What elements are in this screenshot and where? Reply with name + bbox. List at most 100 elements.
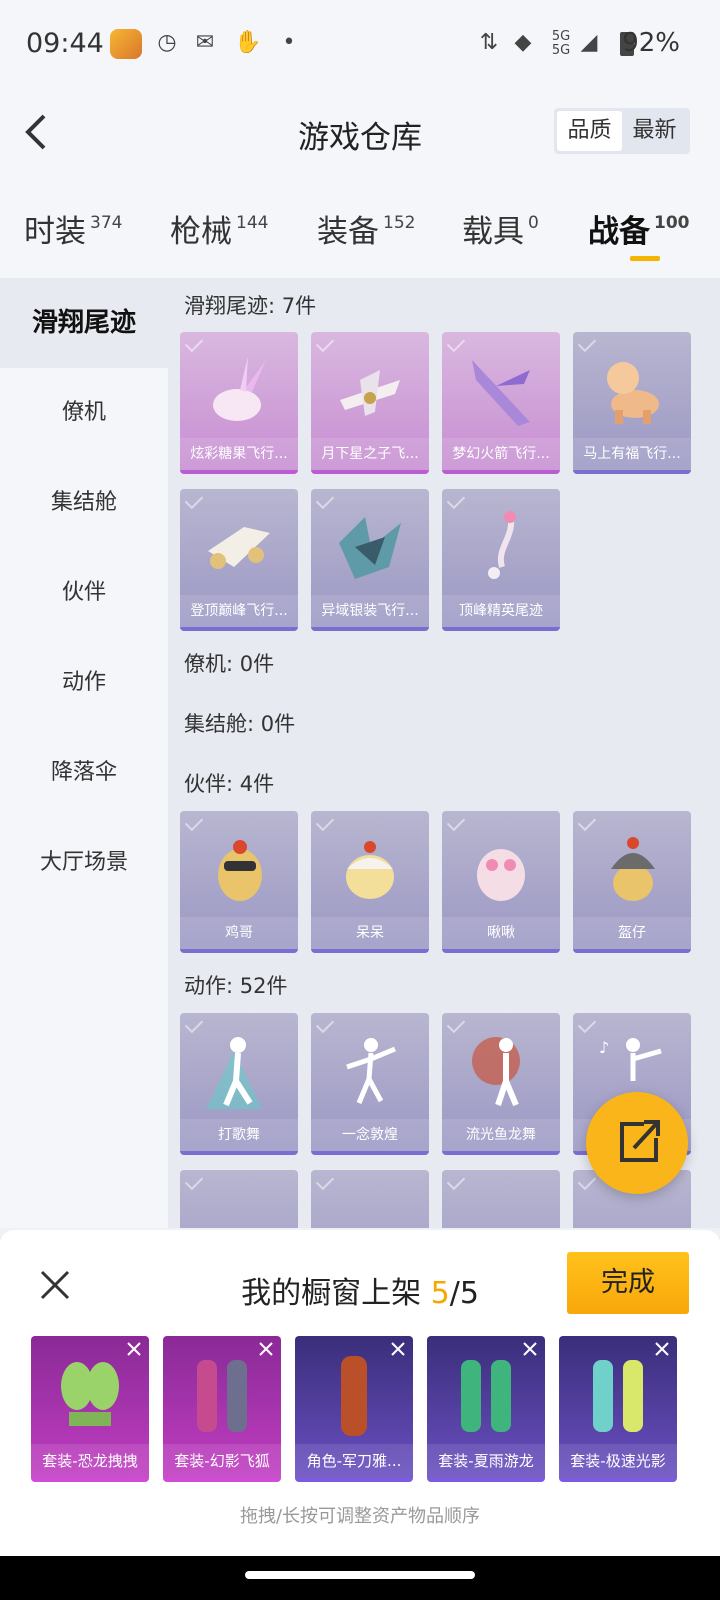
item-card[interactable]	[442, 1170, 560, 1228]
share-icon	[620, 1120, 660, 1162]
chick-buddy-icon	[346, 841, 394, 899]
helmet-buddy-icon	[611, 837, 655, 901]
sort-latest[interactable]: 最新	[622, 111, 687, 151]
home-handle[interactable]	[245, 1571, 475, 1579]
remove-icon[interactable]	[125, 1340, 143, 1358]
item-card[interactable]: 炫彩糖果飞行...	[180, 332, 298, 474]
bird-buddy-icon	[477, 849, 525, 901]
dino-outfit-icon	[61, 1362, 119, 1426]
check-icon	[446, 1171, 466, 1191]
tab-vehicles[interactable]: 载具 0	[462, 206, 539, 251]
exotic-glider-icon	[339, 517, 401, 579]
check-icon	[184, 1014, 204, 1034]
data-icon: ⇅	[479, 30, 499, 55]
dragon-outfit-icon	[461, 1360, 511, 1432]
item-card[interactable]: 盔仔	[573, 811, 691, 953]
elite-trail-icon	[488, 511, 516, 579]
check-icon	[184, 333, 204, 353]
pony-glider-icon	[607, 362, 659, 424]
fish-dragon-action-icon	[472, 1037, 520, 1107]
item-card[interactable]: 呆呆	[311, 811, 429, 953]
sidebar: 滑翔尾迹 僚机 集结舱 伙伴 动作 降落伞 大厅场景	[0, 278, 168, 1228]
dance-action-icon	[206, 1037, 262, 1109]
tab-fashion[interactable]: 时装 374	[24, 206, 122, 251]
network-icon: 5G 5G	[551, 29, 571, 58]
plane-glider-icon	[340, 370, 400, 416]
gesture-icon: ✋	[234, 30, 262, 55]
share-button[interactable]	[586, 1092, 688, 1194]
status-bar: 09:44 ◷ ✉ ✋ • ⇅ ◆ 5G 5G ◢ 92%	[0, 0, 720, 90]
section-title-wingman: 僚机: 0件	[184, 652, 275, 676]
tab-guns[interactable]: 枪械 144	[170, 206, 268, 251]
check-icon	[184, 490, 204, 510]
item-grid: 滑翔尾迹: 7件 炫彩糖果飞行... 月下星之子飞... 梦幻火箭飞行... 马…	[168, 278, 720, 1228]
sidebar-item-action[interactable]: 动作	[0, 638, 168, 728]
header: 游戏仓库 品质 最新	[0, 90, 720, 180]
check-icon	[315, 490, 335, 510]
chicken-buddy-icon	[218, 840, 262, 901]
check-icon	[446, 490, 466, 510]
item-card[interactable]: 顶峰精英尾迹	[442, 489, 560, 631]
showcase-item[interactable]: 套装-夏雨游龙	[427, 1336, 545, 1482]
tab-equipment[interactable]: 装备 152	[317, 206, 415, 251]
item-card[interactable]	[311, 1170, 429, 1228]
sidebar-item-glide-trail[interactable]: 滑翔尾迹	[0, 278, 168, 368]
sidebar-item-buddy[interactable]: 伙伴	[0, 548, 168, 638]
check-icon	[184, 1171, 204, 1191]
remove-icon[interactable]	[653, 1340, 671, 1358]
section-title-action: 动作: 52件	[184, 974, 288, 998]
item-card[interactable]: 马上有福飞行...	[573, 332, 691, 474]
section-title-buddy: 伙伴: 4件	[184, 772, 275, 796]
check-icon	[446, 812, 466, 832]
svg-text:♪: ♪	[599, 1038, 609, 1057]
showcase-item[interactable]: 套装-幻影飞狐	[163, 1336, 281, 1482]
item-card[interactable]: 月下星之子飞...	[311, 332, 429, 474]
showcase-panel: 我的橱窗上架 5/5 完成 套装-恐龙拽拽 套装-幻影飞狐 角色-军刀雅... …	[0, 1230, 720, 1556]
check-icon	[577, 1014, 597, 1034]
reorder-hint: 拖拽/长按可调整资产物品顺序	[239, 1506, 481, 1527]
sidebar-item-lobby-scene[interactable]: 大厅场景	[0, 818, 168, 908]
category-tabs: 时装 374 枪械 144 装备 152 载具 0 战备 100	[0, 180, 720, 278]
speed-outfit-icon	[593, 1360, 643, 1432]
clock-icon: ◷	[157, 30, 177, 55]
done-button[interactable]: 完成	[567, 1252, 689, 1314]
tab-combat-prep[interactable]: 战备 100	[588, 206, 690, 251]
item-card[interactable]	[180, 1170, 298, 1228]
item-card[interactable]: 打歌舞	[180, 1013, 298, 1155]
check-icon	[577, 812, 597, 832]
check-icon	[315, 1014, 335, 1034]
showcase-item[interactable]: 套装-恐龙拽拽	[31, 1336, 149, 1482]
sidebar-item-parachute[interactable]: 降落伞	[0, 728, 168, 818]
check-icon	[577, 333, 597, 353]
item-card[interactable]: 鸡哥	[180, 811, 298, 953]
check-icon	[315, 1171, 335, 1191]
showcase-item[interactable]: 套装-极速光影	[559, 1336, 677, 1482]
sidebar-item-pod[interactable]: 集结舱	[0, 458, 168, 548]
app-notification-icon	[110, 29, 142, 59]
signal-icon: ◢	[580, 30, 598, 55]
sort-toggle[interactable]: 品质 最新	[554, 108, 690, 154]
section-title-pod: 集结舱: 0件	[184, 712, 296, 736]
check-icon	[315, 333, 335, 353]
remove-icon[interactable]	[257, 1340, 275, 1358]
status-time: 09:44	[26, 28, 104, 59]
item-card[interactable]: 登顶巅峰飞行...	[180, 489, 298, 631]
check-icon	[446, 333, 466, 353]
item-card[interactable]: 啾啾	[442, 811, 560, 953]
item-card[interactable]: 梦幻火箭飞行...	[442, 332, 560, 474]
dot-icon: •	[282, 30, 296, 55]
item-card[interactable]: 流光鱼龙舞	[442, 1013, 560, 1155]
mail-icon: ✉	[195, 30, 215, 55]
navigation-bar	[0, 1556, 720, 1600]
battery-level: 92%	[622, 28, 680, 58]
remove-icon[interactable]	[521, 1340, 539, 1358]
item-card[interactable]: 一念敦煌	[311, 1013, 429, 1155]
sort-quality[interactable]: 品质	[557, 111, 622, 151]
sidebar-item-wingman[interactable]: 僚机	[0, 368, 168, 458]
item-card[interactable]: 异域银装飞行...	[311, 489, 429, 631]
section-title-glide: 滑翔尾迹: 7件	[184, 294, 317, 318]
showcase-item[interactable]: 角色-军刀雅...	[295, 1336, 413, 1482]
remove-icon[interactable]	[389, 1340, 407, 1358]
candy-glider-icon	[213, 356, 266, 421]
check-icon	[446, 1014, 466, 1034]
